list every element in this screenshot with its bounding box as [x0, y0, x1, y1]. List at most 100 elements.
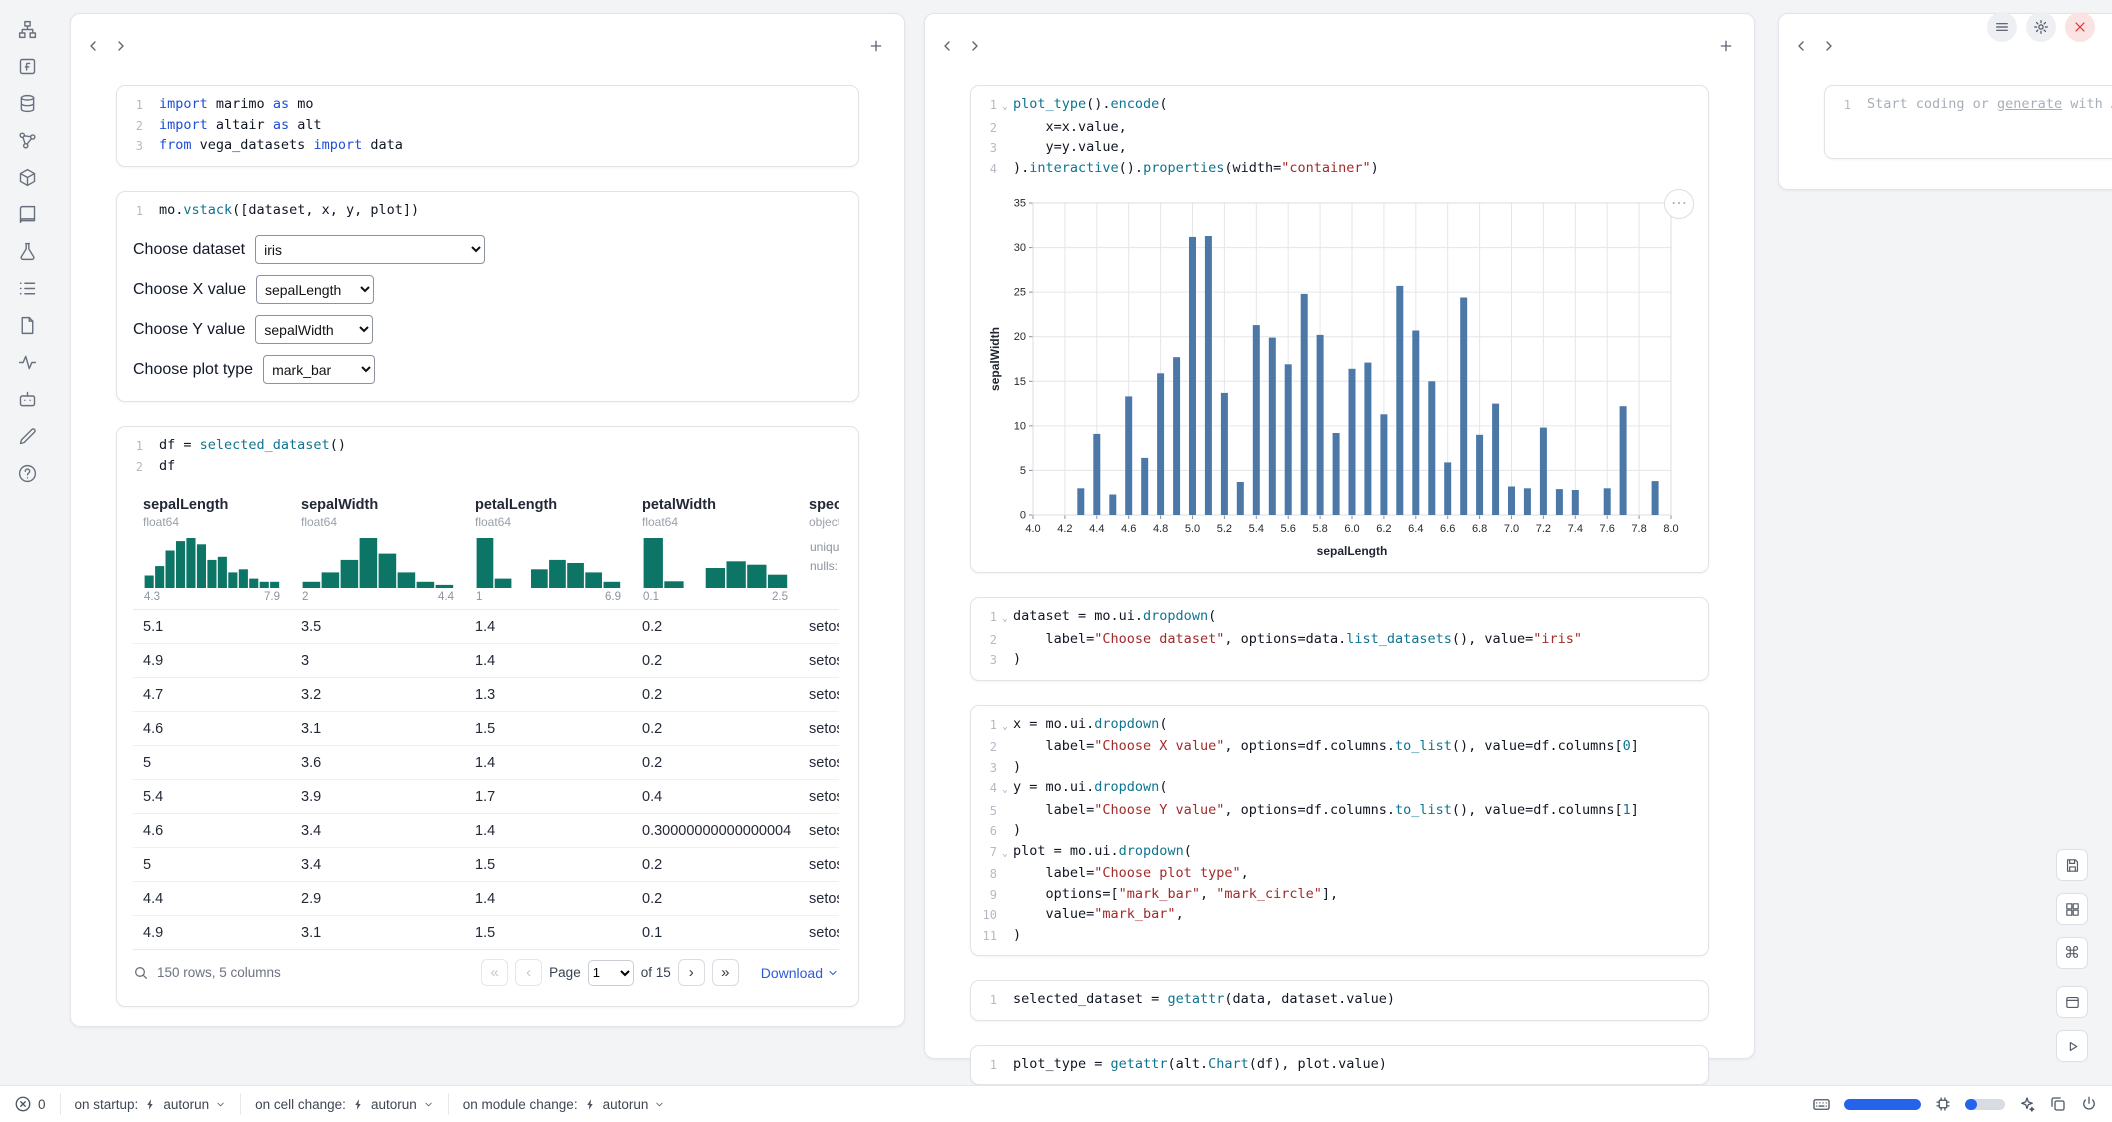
app-view-button[interactable]	[2056, 986, 2088, 1018]
column-header[interactable]: petalLengthfloat64	[465, 487, 632, 534]
column-header[interactable]: sepalWidthfloat64	[291, 487, 465, 534]
error-indicator[interactable]: 0	[10, 1086, 60, 1122]
shutdown-button[interactable]	[2065, 12, 2095, 42]
table-cell: 4.9	[133, 925, 291, 941]
memory-chip-icon[interactable]	[1934, 1095, 1952, 1113]
next-page-button[interactable]: ›	[678, 959, 705, 986]
table-cell: 0.2	[632, 653, 799, 669]
column-header[interactable]: sepalLengthfloat64	[133, 487, 291, 534]
help-button[interactable]	[9, 458, 45, 488]
power-icon[interactable]	[2080, 1095, 2098, 1113]
table-row[interactable]: 4.63.41.40.30000000000000004setosa	[133, 814, 839, 848]
chat-button[interactable]	[9, 384, 45, 414]
column-header[interactable]: petalWidthfloat64	[632, 487, 799, 534]
scratchpad-button[interactable]	[9, 236, 45, 266]
code-editor[interactable]: 1selected_dataset = getattr(data, datase…	[971, 990, 1708, 1011]
table-cell: 5.4	[133, 789, 291, 805]
save-button[interactable]	[2056, 849, 2088, 881]
code-editor[interactable]: 1mo.vstack([dataset, x, y, plot])	[117, 201, 858, 222]
settings-button[interactable]	[2026, 12, 2056, 42]
cell-dataset-dropdown[interactable]: 1⌄dataset = mo.ui.dropdown(2 label="Choo…	[970, 597, 1709, 681]
generate-link[interactable]: generate	[1997, 96, 2062, 112]
chart-menu-button[interactable]: ⋯	[1664, 189, 1694, 219]
code-editor[interactable]: 1import marimo as mo2import altair as al…	[117, 95, 858, 157]
run-button[interactable]	[2056, 1030, 2088, 1062]
snippets-button[interactable]	[9, 273, 45, 303]
table-row[interactable]: 4.73.21.30.2setosa	[133, 678, 839, 712]
table-row[interactable]: 4.42.91.40.2setosa	[133, 882, 839, 916]
copy-icon[interactable]	[2049, 1095, 2067, 1113]
add-cell-button[interactable]	[1712, 32, 1740, 60]
table-row[interactable]: 53.61.40.2setosa	[133, 746, 839, 780]
cell-vstack[interactable]: 1mo.vstack([dataset, x, y, plot]) Choose…	[116, 191, 859, 403]
add-cell-button[interactable]	[862, 32, 890, 60]
fold-icon[interactable]: ⌄	[997, 715, 1013, 738]
functions-button[interactable]	[9, 51, 45, 81]
documentation-button[interactable]	[9, 199, 45, 229]
table-row[interactable]: 4.63.11.50.2setosa	[133, 712, 839, 746]
code-editor[interactable]: 1⌄x = mo.ui.dropdown(2 label="Choose X v…	[971, 715, 1708, 947]
bar-chart-svg[interactable]: 4.04.24.44.64.85.05.25.45.65.86.06.26.46…	[987, 193, 1687, 561]
ai-sparkle-icon[interactable]	[2018, 1095, 2036, 1113]
code-line: 1⌄dataset = mo.ui.dropdown(	[971, 607, 1708, 630]
altair-bar-chart[interactable]: 4.04.24.44.64.85.05.25.45.65.86.06.26.46…	[987, 193, 1708, 561]
keyboard-icon[interactable]	[1812, 1095, 1831, 1114]
cell-imports[interactable]: 1import marimo as mo2import altair as al…	[116, 85, 859, 167]
packages-button[interactable]	[9, 162, 45, 192]
dropdown-select[interactable]: iris	[255, 235, 485, 264]
dropdown-select[interactable]: sepalWidth	[255, 315, 373, 344]
table-row[interactable]: 5.13.51.40.2setosa	[133, 610, 839, 644]
column-next-button[interactable]	[1815, 32, 1843, 60]
error-count: 0	[38, 1097, 46, 1112]
datasources-button[interactable]	[9, 88, 45, 118]
code-line[interactable]: 1 Start coding or generate with AI	[1825, 95, 2112, 116]
code-editor[interactable]: 1⌄plot_type().encode(2 x=x.value,3 y=y.v…	[971, 95, 1708, 179]
fold-icon[interactable]: ⌄	[997, 842, 1013, 865]
column-prev-button[interactable]	[933, 32, 961, 60]
code-editor[interactable]: 1⌄dataset = mo.ui.dropdown(2 label="Choo…	[971, 607, 1708, 671]
cell-xy-plot-dropdowns[interactable]: 1⌄x = mo.ui.dropdown(2 label="Choose X v…	[970, 705, 1709, 957]
cell-dataframe[interactable]: 1df = selected_dataset()2df sepalLengthf…	[116, 426, 859, 1007]
variables-button[interactable]	[9, 125, 45, 155]
column-header[interactable]: speciesobject	[799, 487, 839, 534]
svg-text:6.6: 6.6	[1440, 523, 1455, 535]
annotations-button[interactable]	[9, 421, 45, 451]
code-editor[interactable]: 1df = selected_dataset()2df	[117, 436, 858, 477]
layout-button[interactable]	[2056, 893, 2088, 925]
table-row[interactable]: 4.93.11.50.1setosa	[133, 916, 839, 950]
last-page-button[interactable]: »	[712, 959, 739, 986]
prev-page-button[interactable]: ‹	[515, 959, 542, 986]
fold-icon[interactable]: ⌄	[997, 778, 1013, 801]
on-startup-setting[interactable]: on startup: autorun	[61, 1086, 241, 1122]
fold-icon[interactable]: ⌄	[997, 607, 1013, 630]
column-next-button[interactable]	[107, 32, 135, 60]
svg-text:20: 20	[1014, 331, 1026, 343]
on-cell-change-setting[interactable]: on cell change: autorun	[241, 1086, 448, 1122]
column-prev-button[interactable]	[1787, 32, 1815, 60]
page-select[interactable]: 1	[588, 960, 634, 986]
column-prev-button[interactable]	[79, 32, 107, 60]
dropdown-select[interactable]: sepalLength	[256, 275, 374, 304]
cell-plot[interactable]: 1⌄plot_type().encode(2 x=x.value,3 y=y.v…	[970, 85, 1709, 573]
shortcuts-button[interactable]: ⌘	[2056, 937, 2088, 969]
cell-empty[interactable]: 1 Start coding or generate with AI	[1824, 85, 2112, 159]
column-next-button[interactable]	[961, 32, 989, 60]
files-button[interactable]	[9, 14, 45, 44]
table-row[interactable]: 5.43.91.70.4setosa	[133, 780, 839, 814]
code-editor[interactable]: 1plot_type = getattr(alt.Chart(df), plot…	[971, 1055, 1708, 1076]
table-cell: setosa	[799, 891, 839, 907]
tracing-button[interactable]	[9, 347, 45, 377]
svg-text:5.4: 5.4	[1249, 523, 1264, 535]
dropdown-select[interactable]: mark_bar	[263, 355, 375, 384]
menu-button[interactable]	[1987, 12, 2017, 42]
download-button[interactable]: Download	[761, 965, 839, 981]
fold-icon[interactable]: ⌄	[997, 95, 1013, 118]
first-page-button[interactable]: «	[481, 959, 508, 986]
cell-plot-type[interactable]: 1plot_type = getattr(alt.Chart(df), plot…	[970, 1045, 1709, 1086]
logs-button[interactable]	[9, 310, 45, 340]
cell-selected-dataset[interactable]: 1selected_dataset = getattr(data, datase…	[970, 980, 1709, 1021]
table-row[interactable]: 4.931.40.2setosa	[133, 644, 839, 678]
search-icon[interactable]	[133, 965, 149, 981]
table-row[interactable]: 53.41.50.2setosa	[133, 848, 839, 882]
on-module-change-setting[interactable]: on module change: autorun	[449, 1086, 680, 1122]
